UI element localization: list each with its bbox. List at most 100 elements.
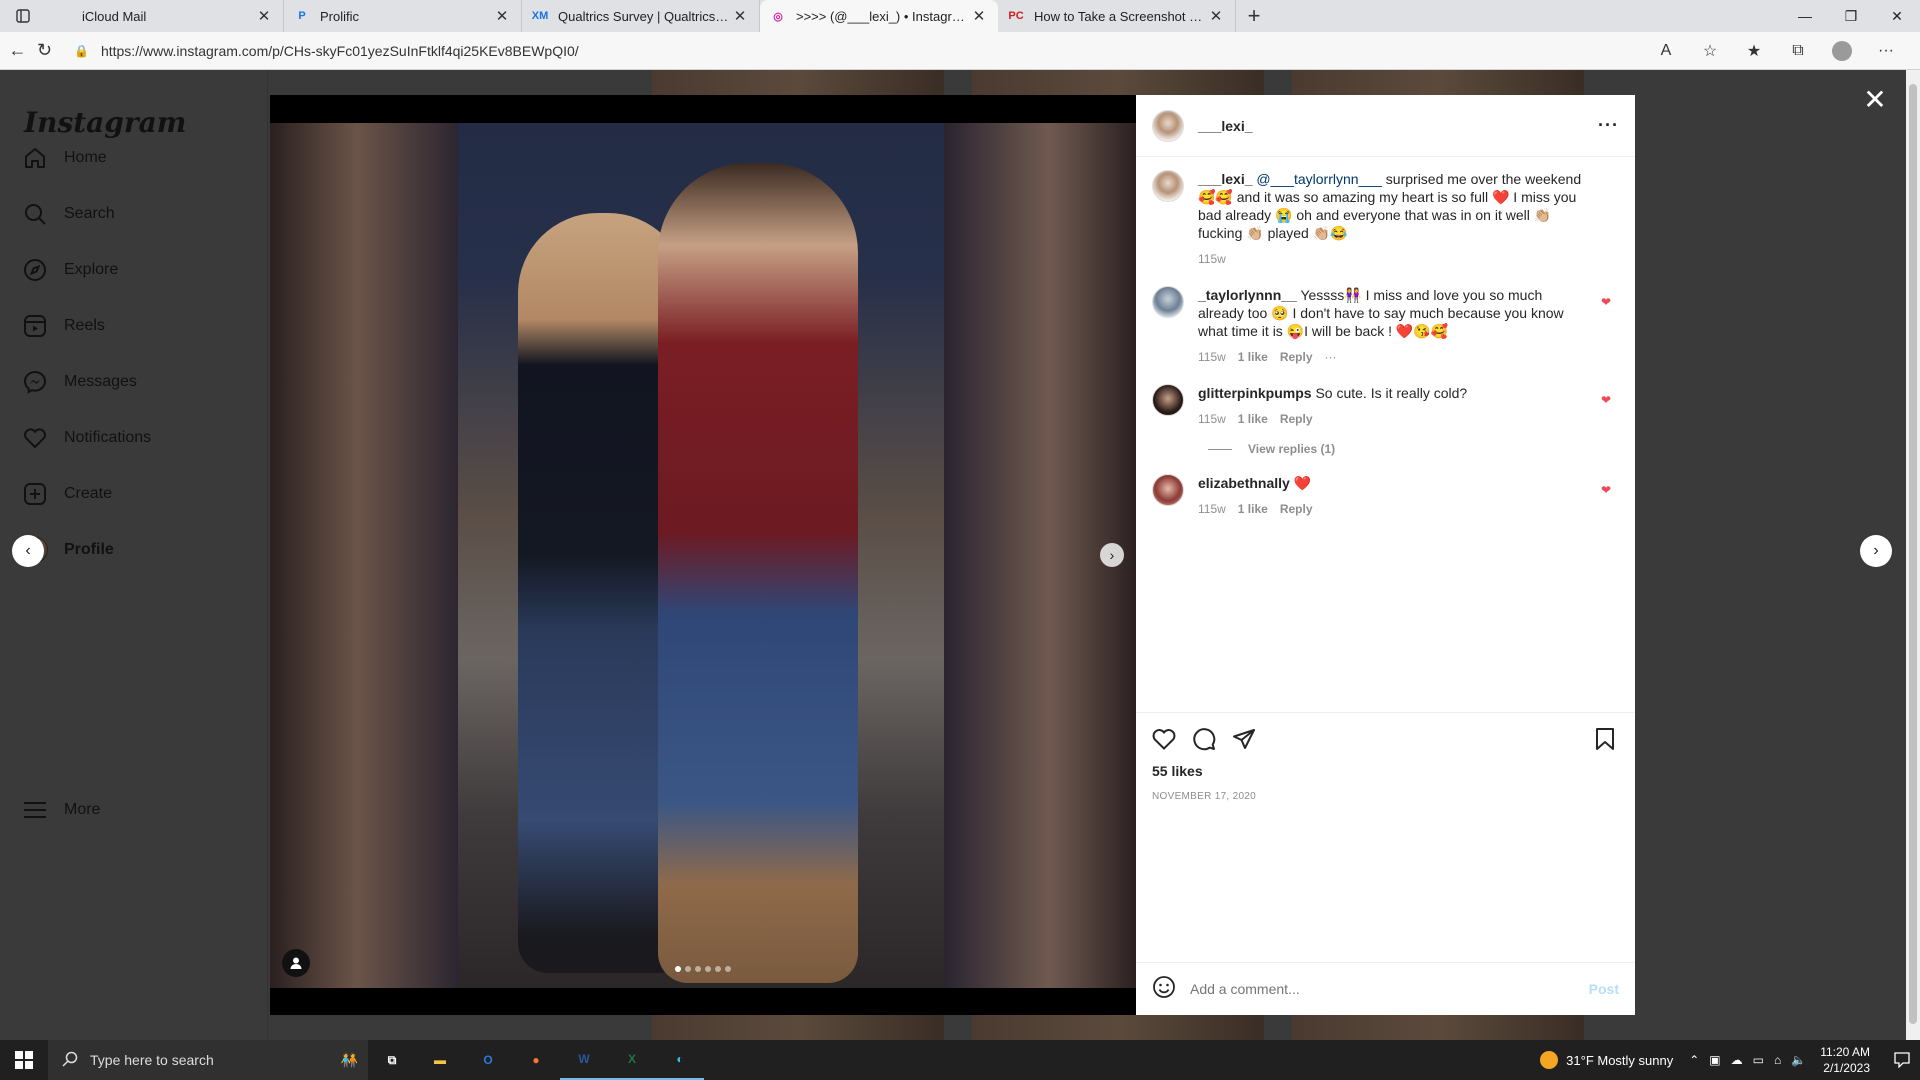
caption: ___lexi_ @___taylorrlynn___ surprised me… xyxy=(1152,170,1619,268)
browser-tab[interactable]: P Prolific ✕ xyxy=(284,0,522,32)
tab-title: Prolific xyxy=(320,8,360,24)
comment-likes[interactable]: 1 like xyxy=(1238,410,1268,428)
avatar[interactable] xyxy=(1152,109,1184,142)
comment-username[interactable]: glitterpinkpumps xyxy=(1198,385,1312,401)
read-aloud-icon[interactable]: A xyxy=(1644,35,1688,67)
next-photo-button[interactable]: › xyxy=(1100,543,1124,567)
clock[interactable]: 11:20 AM 2/1/2023 xyxy=(1820,1044,1870,1076)
notification-icon[interactable] xyxy=(1884,1052,1920,1068)
close-icon[interactable]: ✕ xyxy=(1860,84,1890,115)
system-tray: 31°F Mostly sunny ⌃ ▣ ☁ ▭ ⌂ 🔈 11:20 AM 2… xyxy=(1540,1040,1920,1080)
more-options-icon[interactable]: ··· xyxy=(1598,115,1619,136)
comment-likes[interactable]: 1 like xyxy=(1238,348,1268,366)
comment-icon[interactable] xyxy=(1192,719,1232,759)
browser-tab[interactable]: iCloud Mail ✕ xyxy=(46,0,284,32)
edge-icon[interactable]: ◐ xyxy=(656,1040,704,1080)
view-replies-button[interactable]: View replies (1) xyxy=(1208,442,1619,456)
comment-age[interactable]: 115w xyxy=(1198,410,1226,428)
browser-tab[interactable]: ◎ >>>> (@___lexi_) • Instagram p ✕ xyxy=(760,0,998,32)
comment-age[interactable]: 115w xyxy=(1198,250,1226,268)
taskbar-search[interactable]: Type here to search 🧑‍🤝‍🧑 xyxy=(48,1040,368,1080)
tab-close-icon[interactable]: ✕ xyxy=(731,7,749,25)
window-controls: — ❐ ✕ xyxy=(1782,0,1920,32)
meet-icon[interactable]: ▣ xyxy=(1709,1053,1720,1067)
reply-button[interactable]: Reply xyxy=(1280,500,1313,518)
carousel-indicator xyxy=(270,966,1136,972)
tab-close-icon[interactable]: ✕ xyxy=(1207,7,1225,25)
weather-widget[interactable]: 31°F Mostly sunny xyxy=(1540,1051,1673,1069)
tab-close-icon[interactable]: ✕ xyxy=(970,7,988,25)
volume-icon[interactable]: 🔈 xyxy=(1791,1053,1806,1067)
tab-close-icon[interactable]: ✕ xyxy=(255,7,273,25)
mention-link[interactable]: @___taylorrlynn___ xyxy=(1256,171,1382,187)
avatar[interactable] xyxy=(1152,474,1184,506)
windows-start-icon[interactable] xyxy=(0,1040,48,1080)
comment-input[interactable] xyxy=(1190,981,1589,997)
restore-icon[interactable]: ❐ xyxy=(1828,0,1874,32)
excel-icon[interactable]: X xyxy=(608,1040,656,1080)
clock-time: 11:20 AM xyxy=(1820,1045,1870,1059)
share-icon[interactable] xyxy=(1232,719,1272,759)
previous-post-button[interactable]: ‹ xyxy=(12,535,44,567)
tab-title: Qualtrics Survey | Qualtrics Exper xyxy=(558,8,731,24)
task-view-icon[interactable]: ⧉ xyxy=(368,1040,416,1080)
network-icon[interactable]: ⌂ xyxy=(1774,1053,1781,1067)
save-bookmark-icon[interactable] xyxy=(1595,719,1619,759)
browser-tab[interactable]: XM Qualtrics Survey | Qualtrics Exper✕ xyxy=(522,0,760,32)
collections-icon[interactable]: ⧉ xyxy=(1776,35,1820,67)
tab-title: >>>> (@___lexi_) • Instagram p xyxy=(796,8,970,24)
comment-username[interactable]: ___lexi_ xyxy=(1198,171,1253,187)
comment: glitterpinkpumps So cute. Is it really c… xyxy=(1152,384,1619,428)
tab-close-icon[interactable]: ✕ xyxy=(493,7,511,25)
comment-likes[interactable]: 1 like xyxy=(1238,500,1268,518)
tagged-users-icon[interactable] xyxy=(282,949,310,977)
display-icon[interactable]: ▭ xyxy=(1753,1053,1764,1067)
minimize-icon[interactable]: — xyxy=(1782,0,1828,32)
favorites-icon[interactable]: ★ xyxy=(1732,35,1776,67)
chevron-up-icon[interactable]: ⌃ xyxy=(1689,1053,1699,1067)
carousel-dot xyxy=(685,966,691,972)
browser-tab[interactable]: PC How to Take a Screenshot on An ✕ xyxy=(998,0,1236,32)
comment-age[interactable]: 115w xyxy=(1198,348,1226,366)
likes-count[interactable]: 55 likes xyxy=(1152,763,1619,779)
post-author[interactable]: ___lexi_ xyxy=(1198,118,1253,134)
emoji-icon[interactable] xyxy=(1152,975,1176,1004)
profile-icon[interactable] xyxy=(1820,35,1864,67)
reply-button[interactable]: Reply xyxy=(1280,348,1313,366)
refresh-icon[interactable]: ↻ xyxy=(35,35,54,67)
comment-like-heart-icon[interactable]: ❤ xyxy=(1601,296,1615,308)
url-field[interactable]: 🔒 https://www.instagram.com/p/CHs-skyFc0… xyxy=(74,37,1644,65)
toolbar-icons: A ☆ ★ ⧉ ··· xyxy=(1644,35,1908,67)
comment-like-heart-icon[interactable]: ❤ xyxy=(1601,484,1615,496)
onedrive-icon[interactable]: ☁ xyxy=(1731,1053,1743,1067)
reply-button[interactable]: Reply xyxy=(1280,410,1313,428)
tab-actions-icon[interactable] xyxy=(0,0,46,32)
post-comment-button[interactable]: Post xyxy=(1589,981,1619,997)
comment-age[interactable]: 115w xyxy=(1198,500,1226,518)
new-tab-button[interactable]: + xyxy=(1236,0,1272,32)
file-explorer-icon[interactable]: ▬ xyxy=(416,1040,464,1080)
back-icon[interactable]: ← xyxy=(8,35,27,67)
comment-username[interactable]: elizabethnally xyxy=(1198,475,1290,491)
like-heart-icon[interactable] xyxy=(1152,719,1192,759)
next-post-button[interactable]: › xyxy=(1860,535,1892,567)
avatar[interactable] xyxy=(1152,170,1184,202)
post-photo[interactable] xyxy=(458,123,944,988)
add-favorite-icon[interactable]: ☆ xyxy=(1688,35,1732,67)
comment: _taylorlynnn__ Yessss👭 I miss and love y… xyxy=(1152,286,1619,366)
word-icon[interactable]: W xyxy=(560,1040,608,1080)
comment-more-icon[interactable]: ··· xyxy=(1325,348,1337,366)
comment: elizabethnally ❤️ 115w 1 like Reply ❤ xyxy=(1152,474,1619,518)
tab-title: How to Take a Screenshot on An xyxy=(1034,8,1207,24)
outlook-icon[interactable]: O xyxy=(464,1040,512,1080)
post-header: ___lexi_ ··· xyxy=(1136,95,1635,157)
comment-like-heart-icon[interactable]: ❤ xyxy=(1601,394,1615,406)
post-actions: 55 likes NOVEMBER 17, 2020 xyxy=(1136,712,1635,802)
firefox-icon[interactable]: ● xyxy=(512,1040,560,1080)
settings-more-icon[interactable]: ··· xyxy=(1864,35,1908,67)
avatar[interactable] xyxy=(1152,384,1184,416)
close-window-icon[interactable]: ✕ xyxy=(1874,0,1920,32)
post-date[interactable]: NOVEMBER 17, 2020 xyxy=(1152,791,1619,802)
avatar[interactable] xyxy=(1152,286,1184,318)
comment-username[interactable]: _taylorlynnn__ xyxy=(1198,287,1297,303)
